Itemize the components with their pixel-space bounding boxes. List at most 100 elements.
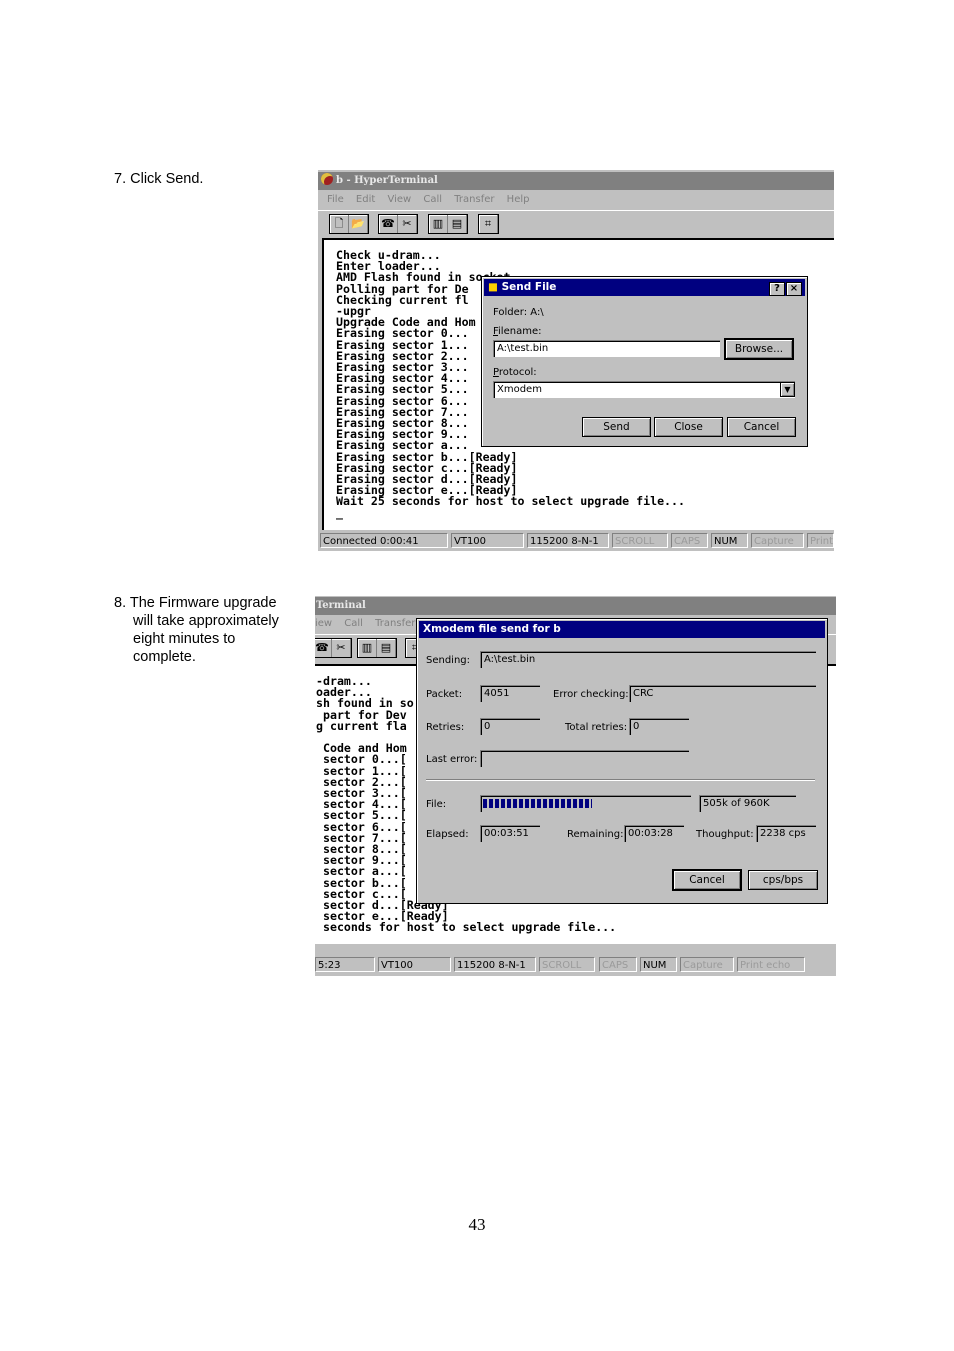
status-scroll: SCROLL: [539, 957, 595, 972]
send-file-dialog-title-bar: ■ Send File ? ×: [484, 279, 805, 296]
separator: [426, 779, 815, 781]
status-capture: Capture: [751, 533, 804, 548]
error-checking-label: Error checking:: [553, 689, 629, 700]
menu-edit[interactable]: Edit: [356, 194, 375, 205]
toolbar: 🗋 📂 ☎ ✂ ▥ ▤ ⌗: [318, 210, 834, 237]
cancel-button-label: Cancel: [689, 874, 725, 886]
folder-label: Folder: A:\: [493, 307, 544, 318]
file-label: File:: [426, 799, 447, 810]
status-print: Print: [807, 533, 834, 548]
help-icon[interactable]: ?: [769, 282, 785, 296]
menu-call[interactable]: Call: [344, 618, 363, 629]
elapsed-label: Elapsed:: [426, 829, 469, 840]
browse-button[interactable]: Browse...: [724, 338, 794, 360]
send-button-label: Send: [603, 421, 630, 433]
xmodem-send-dialog: Xmodem file send for b Sending: A:\test.…: [416, 618, 828, 904]
xmodem-dialog-title-bar: Xmodem file send for b: [419, 621, 825, 638]
menu-bar: File Edit View Call Transfer Help: [318, 191, 834, 209]
close-icon[interactable]: ×: [786, 282, 802, 296]
send-button[interactable]: Send: [582, 417, 651, 437]
disconnect-icon[interactable]: ✂: [398, 215, 417, 233]
connect-phone-icon[interactable]: ☎: [315, 639, 332, 657]
menu-view[interactable]: iew: [315, 618, 332, 629]
hyperterminal-screenshot-xmodem-send: Terminal iew Call Transfer ☎ ✂ ▥ ▤ ⌗ -dram…: [315, 596, 836, 976]
menu-file[interactable]: File: [327, 194, 344, 205]
hyperterminal-screenshot-send-file: b - HyperTerminal File Edit View Call Tr…: [318, 170, 834, 551]
remaining-label: Remaining:: [567, 829, 624, 840]
new-file-icon[interactable]: 🗋: [330, 215, 349, 233]
send-file-dialog: ■ Send File ? × Folder: A:\ Filename: A:…: [481, 276, 808, 447]
window-title: b - HyperTerminal: [336, 175, 438, 186]
menu-help[interactable]: Help: [507, 194, 530, 205]
close-button[interactable]: Close: [654, 417, 723, 437]
throughput-label: Thoughput:: [696, 829, 754, 840]
menu-call[interactable]: Call: [423, 194, 442, 205]
step-8-caption: 8. The Firmware upgrade will take approx…: [114, 594, 279, 666]
status-emulation: VT100: [451, 533, 524, 548]
toolbar-group-properties: ⌗: [478, 214, 499, 234]
step-8-line-2: will take approximately: [133, 613, 279, 629]
retries-field: 0: [480, 718, 540, 735]
send-file-icon[interactable]: ▥: [429, 215, 448, 233]
connect-phone-icon[interactable]: ☎: [379, 215, 398, 233]
terminal-line: Wait 25 seconds for host to select upgra…: [336, 494, 686, 509]
receive-file-icon[interactable]: ▤: [377, 639, 396, 657]
sending-label: Sending:: [426, 655, 471, 666]
cps-bps-button[interactable]: cps/bps: [748, 870, 818, 890]
menu-transfer[interactable]: Transfer: [454, 194, 494, 205]
menu-view[interactable]: View: [387, 194, 411, 205]
filename-label: Filename:: [493, 326, 542, 337]
retries-label: Retries:: [426, 722, 465, 733]
menu-transfer[interactable]: Transfer: [375, 618, 415, 629]
packet-field: 4051: [480, 685, 540, 702]
cancel-button[interactable]: Cancel: [727, 417, 796, 437]
filename-field[interactable]: A:\test.bin: [493, 340, 720, 357]
throughput-field: 2238 cps: [756, 825, 816, 842]
dialog-title: Send File: [501, 281, 557, 293]
status-print: Print echo: [737, 957, 805, 972]
window-title: Terminal: [316, 600, 366, 611]
toolbar-group-call: ☎ ✂: [315, 638, 352, 658]
error-checking-field: CRC: [629, 685, 816, 702]
hyperterminal-app-icon: [321, 173, 333, 185]
dialog-title: Xmodem file send for b: [423, 623, 561, 635]
step-8-line-4: complete.: [133, 649, 196, 665]
disconnect-icon[interactable]: ✂: [332, 639, 351, 657]
total-retries-field: 0: [629, 718, 689, 735]
total-retries-label: Total retries:: [565, 722, 628, 733]
receive-file-icon[interactable]: ▤: [448, 215, 467, 233]
status-num: NUM: [640, 957, 677, 972]
window-title-bar: Terminal: [315, 597, 836, 615]
page-number: 43: [468, 1215, 486, 1234]
protocol-select[interactable]: Xmodem ▼: [493, 381, 795, 398]
toolbar-group-transfer: ▥ ▤: [357, 638, 397, 658]
terminal-line: seconds for host to select upgrade file.…: [316, 920, 617, 935]
close-button-label: Close: [674, 421, 703, 433]
status-connected: Connected 0:00:41: [320, 533, 448, 548]
terminal-line: g current fla: [316, 718, 407, 733]
packet-label: Packet:: [426, 689, 463, 700]
status-caps: CAPS: [671, 533, 708, 548]
status-emulation: VT100: [378, 957, 451, 972]
send-file-icon[interactable]: ▥: [358, 639, 377, 657]
protocol-label: Protocol:: [493, 367, 537, 378]
status-capture: Capture: [680, 957, 734, 972]
cancel-button[interactable]: Cancel: [672, 869, 742, 891]
last-error-label: Last error:: [426, 754, 478, 765]
status-settings: 115200 8-N-1: [454, 957, 536, 972]
toolbar-group-file: 🗋 📂: [329, 214, 369, 234]
window-title-bar: b - HyperTerminal: [318, 172, 834, 190]
status-scroll: SCROLL: [612, 533, 668, 548]
status-bar: 5:23 VT100 115200 8-N-1 SCROLL CAPS NUM …: [315, 956, 836, 973]
status-connected: 5:23: [315, 957, 375, 972]
send-file-icon: ■: [488, 281, 498, 293]
properties-icon[interactable]: ⌗: [479, 215, 498, 233]
file-size-field: 505k of 960K: [699, 795, 796, 812]
status-num: NUM: [711, 533, 748, 548]
file-progress-fill: [483, 799, 593, 808]
chevron-down-icon[interactable]: ▼: [780, 382, 795, 397]
file-progress-bar: [480, 795, 691, 812]
browse-button-label: Browse...: [734, 343, 784, 355]
toolbar-group-call: ☎ ✂: [378, 214, 418, 234]
open-folder-icon[interactable]: 📂: [349, 215, 368, 233]
